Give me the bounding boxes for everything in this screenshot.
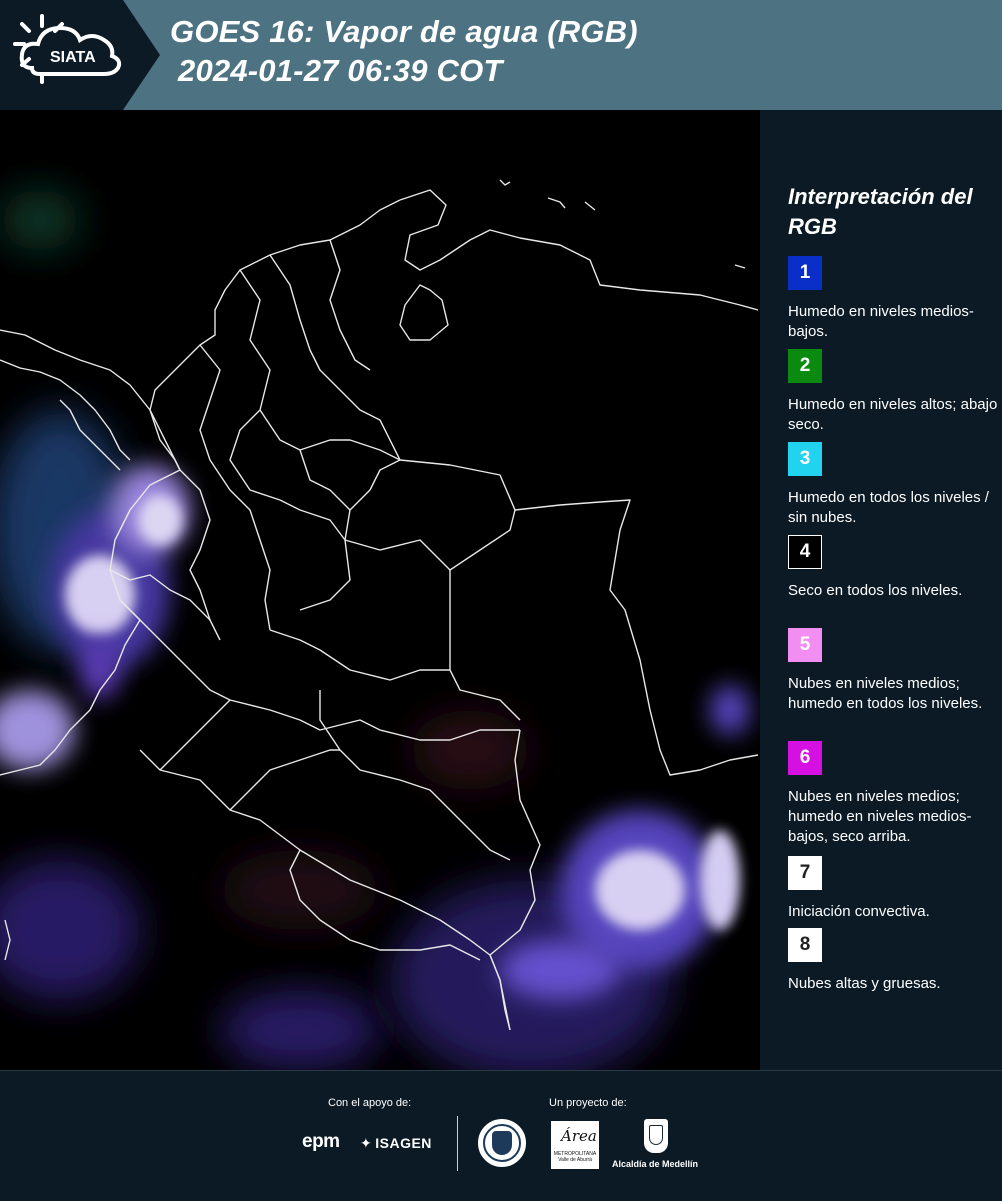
seal-emblem-icon [492, 1131, 512, 1155]
legend-label: Humedo en niveles medios-bajos. [788, 303, 974, 340]
isagen-logo-text: ISAGEN [375, 1135, 432, 1151]
legend-swatch: 3 [788, 442, 822, 476]
legend-item-3: 3 Humedo en todos los niveles / sin nube… [788, 442, 998, 528]
seal-ring-icon [483, 1124, 521, 1162]
header-bar: SIATA GOES 16: Vapor de agua (RGB) 2024-… [0, 0, 1002, 110]
legend-item-8: 8 Nubes altas y gruesas. [788, 928, 998, 994]
legend-item-4: 4 Seco en todos los niveles. [788, 535, 998, 601]
area-logo-subtitle: METROPOLITANA Valle de Aburrá [553, 1151, 597, 1163]
legend-swatch: 7 [788, 856, 822, 890]
water-vapor-imagery [0, 179, 759, 1070]
isagen-logo[interactable]: ✦ ISAGEN [360, 1135, 432, 1152]
sponsors-footer: Con el apoyo de: Un proyecto de: epm ✦ IS… [0, 1070, 1002, 1201]
legend-item-5: 5 Nubes en niveles medios; humedo en tod… [788, 628, 998, 714]
legend-label: Nubes en niveles medios; humedo en nivel… [788, 788, 972, 845]
legend-item-1: 1 Humedo en niveles medios-bajos. [788, 256, 998, 342]
project-label: Un proyecto de: [549, 1097, 627, 1109]
page-title: GOES 16: Vapor de agua (RGB) [170, 14, 638, 49]
alcaldia-label: Alcaldía de Medellín [612, 1159, 699, 1169]
timestamp-title: 2024-01-27 06:39 COT [178, 53, 503, 88]
legend-label: Nubes en niveles medios; humedo en todos… [788, 675, 983, 712]
epm-logo[interactable]: epm [302, 1131, 340, 1153]
legend-label: Iniciación convectiva. [788, 903, 930, 920]
area-logo-word: Área [561, 1127, 597, 1145]
legend-swatch: 2 [788, 349, 822, 383]
legend-label: Nubes altas y gruesas. [788, 975, 941, 992]
siata-logo-text: SIATA [50, 49, 96, 66]
isagen-mark-icon: ✦ [360, 1135, 373, 1151]
satellite-map[interactable] [0, 110, 760, 1070]
area-metropolitana-logo[interactable]: Área METROPOLITANA Valle de Aburrá [551, 1121, 599, 1169]
footer-divider [457, 1116, 458, 1171]
siata-sun-cloud-icon: SIATA [13, 14, 122, 84]
legend-item-6: 6 Nubes en niveles medios; humedo en niv… [788, 741, 998, 847]
alcaldia-shield-icon[interactable] [644, 1119, 668, 1153]
cloud-layer [0, 190, 750, 1070]
legend-swatch: 5 [788, 628, 822, 662]
legend-title: Interpretación del RGB [788, 184, 973, 239]
legend-label: Humedo en todos los niveles / sin nubes. [788, 489, 989, 526]
university-seal-logo[interactable] [478, 1119, 526, 1167]
legend-swatch: 4 [788, 535, 822, 569]
legend-item-2: 2 Humedo en niveles altos; abajo seco. [788, 349, 998, 435]
legend-item-7: 7 Iniciación convectiva. [788, 856, 998, 922]
legend-swatch: 6 [788, 741, 822, 775]
legend-label: Seco en todos los niveles. [788, 582, 963, 599]
legend-label: Humedo en niveles altos; abajo seco. [788, 396, 998, 433]
siata-logo[interactable]: SIATA [0, 0, 160, 110]
support-label: Con el apoyo de: [328, 1097, 412, 1109]
rgb-legend: Interpretación del RGB 1 Humedo en nivel… [760, 110, 1002, 1070]
legend-swatch: 1 [788, 256, 822, 290]
legend-swatch: 8 [788, 928, 822, 962]
